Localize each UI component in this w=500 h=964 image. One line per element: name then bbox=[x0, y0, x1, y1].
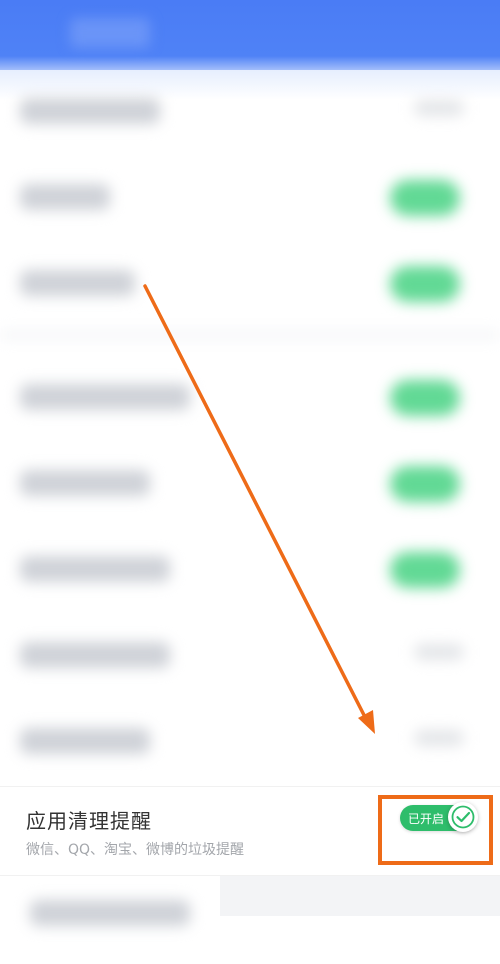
blurred-toggle[interactable] bbox=[390, 180, 460, 216]
blurred-setting-row[interactable] bbox=[0, 356, 500, 442]
setting-title: 应用清理提醒 bbox=[26, 809, 152, 833]
blurred-setting-row bbox=[0, 876, 220, 964]
blurred-label bbox=[20, 184, 110, 210]
settings-screen: 应用清理提醒 微信、QQ、淘宝、微博的垃圾提醒 已开启 bbox=[0, 0, 500, 964]
blurred-value bbox=[414, 100, 464, 116]
bottom-gray-strip bbox=[220, 876, 500, 916]
blurred-value bbox=[414, 644, 464, 660]
blurred-setting-row[interactable] bbox=[0, 700, 500, 786]
bottom-blurred-area bbox=[0, 876, 500, 964]
blurred-label bbox=[20, 642, 170, 668]
blurred-label bbox=[20, 728, 150, 754]
blurred-label bbox=[20, 556, 170, 582]
blurred-setting-row bbox=[0, 70, 500, 156]
annotation-highlight-box bbox=[378, 795, 493, 865]
blurred-label bbox=[30, 900, 190, 926]
blurred-label bbox=[20, 384, 190, 410]
blurred-toggle[interactable] bbox=[390, 552, 460, 588]
setting-subtitle: 微信、QQ、淘宝、微博的垃圾提醒 bbox=[26, 842, 245, 858]
blurred-setting-row[interactable] bbox=[0, 242, 500, 328]
blurred-label bbox=[20, 98, 160, 124]
blurred-setting-row[interactable] bbox=[0, 528, 500, 614]
blurred-value bbox=[414, 730, 464, 746]
blurred-label bbox=[20, 270, 135, 296]
section-divider bbox=[0, 330, 500, 340]
blurred-label bbox=[20, 470, 150, 496]
blurred-setting-row[interactable] bbox=[0, 614, 500, 700]
blurred-toggle[interactable] bbox=[390, 380, 460, 416]
blurred-setting-row[interactable] bbox=[0, 442, 500, 528]
blurred-setting-row[interactable] bbox=[0, 156, 500, 242]
blurred-toggle[interactable] bbox=[390, 266, 460, 302]
blurred-toggle[interactable] bbox=[390, 466, 460, 502]
